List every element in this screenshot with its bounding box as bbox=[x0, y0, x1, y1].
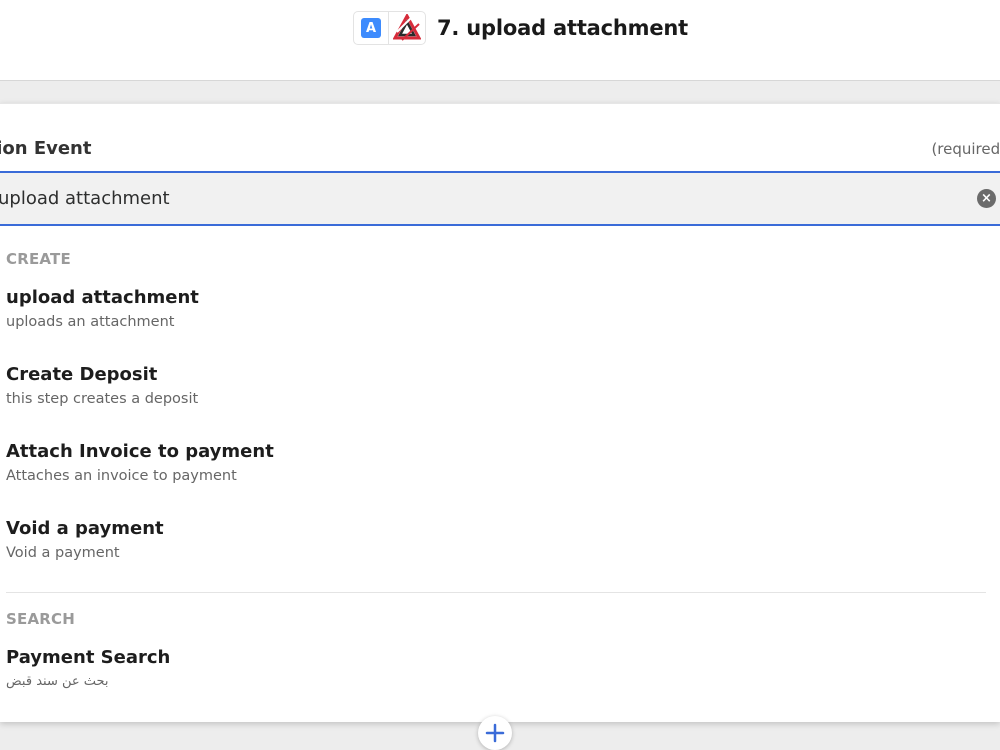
required-indicator: (required) bbox=[931, 140, 1000, 158]
app-icon-a: A bbox=[354, 12, 389, 44]
option-desc: Void a payment bbox=[6, 545, 120, 561]
editor-header: A 7. upload attachment bbox=[0, 0, 1000, 81]
option-title: upload attachment bbox=[6, 287, 199, 308]
option-desc: uploads an attachment bbox=[6, 314, 175, 330]
option-payment-search[interactable]: Payment Search بحث عن سند قبض bbox=[6, 646, 986, 692]
option-desc: this step creates a deposit bbox=[6, 391, 199, 407]
step-heading: A 7. upload attachment bbox=[353, 11, 688, 45]
section-divider bbox=[6, 592, 986, 593]
option-desc: Attaches an invoice to payment bbox=[6, 468, 237, 484]
option-upload-attachment[interactable]: upload attachment uploads an attachment bbox=[6, 286, 986, 332]
option-void-payment[interactable]: Void a payment Void a payment bbox=[6, 517, 986, 563]
option-create-deposit[interactable]: Create Deposit this step creates a depos… bbox=[6, 363, 986, 409]
app-badge-icon: A bbox=[361, 18, 381, 38]
section-label-search: SEARCH bbox=[6, 610, 75, 628]
section-label-create: CREATE bbox=[6, 250, 71, 268]
search-input[interactable] bbox=[0, 182, 898, 214]
search-box[interactable]: × bbox=[0, 171, 1000, 226]
option-title: Attach Invoice to payment bbox=[6, 441, 274, 462]
option-title: Create Deposit bbox=[6, 364, 158, 385]
app-logo-icon bbox=[389, 12, 425, 44]
plus-icon bbox=[485, 723, 505, 743]
option-title: Payment Search bbox=[6, 647, 171, 668]
option-desc: بحث عن سند قبض bbox=[6, 674, 109, 689]
clear-icon[interactable]: × bbox=[977, 189, 996, 208]
step-title: 7. upload attachment bbox=[437, 16, 688, 40]
action-event-dropdown-panel: Action Event (required) × CREATE upload … bbox=[0, 103, 1000, 722]
app-icons: A bbox=[353, 11, 426, 45]
option-title: Void a payment bbox=[6, 518, 164, 539]
add-step-button[interactable] bbox=[478, 716, 512, 750]
option-attach-invoice[interactable]: Attach Invoice to payment Attaches an in… bbox=[6, 440, 986, 486]
